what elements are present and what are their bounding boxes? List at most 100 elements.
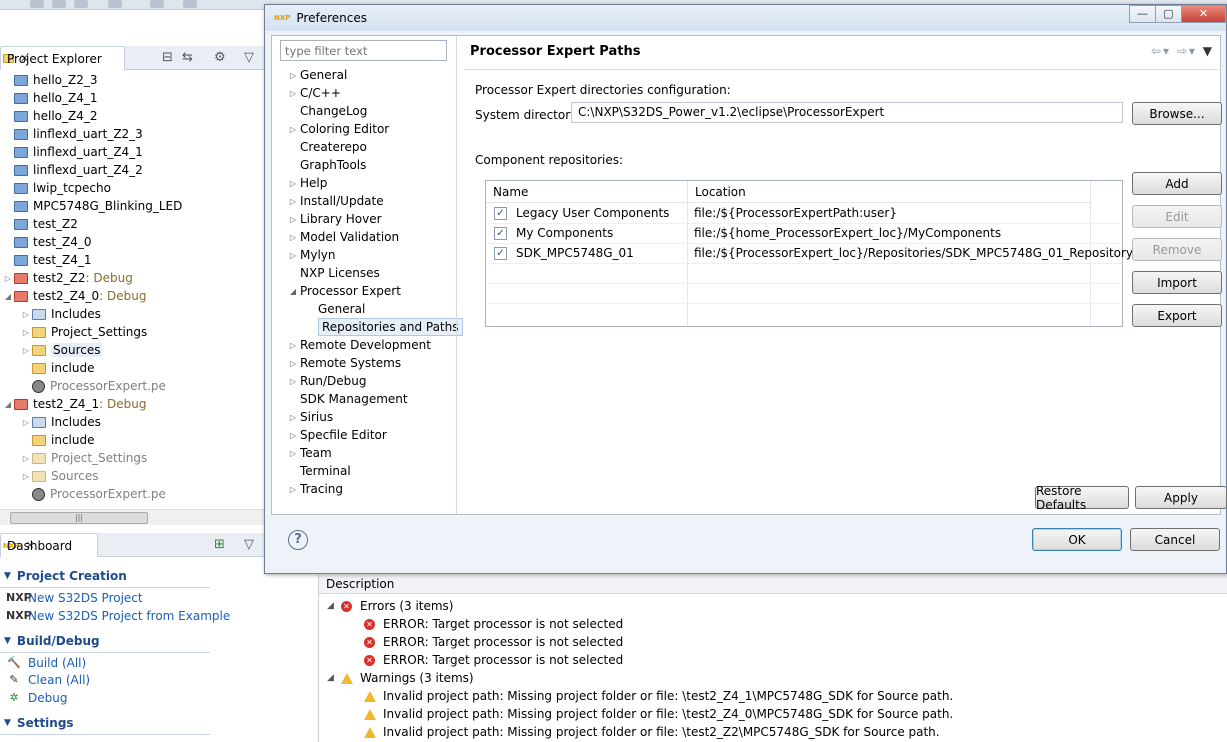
column-header-name[interactable]: Name [486,181,688,203]
nav-item[interactable]: ▷ Coloring Editor [286,120,389,138]
expand-icon[interactable]: ▷ [20,310,32,319]
expand-icon[interactable]: ▷ [20,418,32,427]
view-menu-icon[interactable]: ⚙ [214,50,226,65]
nav-item[interactable]: NXP Licenses [286,264,380,282]
restore-defaults-button[interactable]: Restore Defaults [1035,484,1129,512]
tree-item[interactable]: ▷ Project_Settings [20,323,147,341]
nav-item[interactable]: ▷ Mylyn [286,246,336,264]
system-directory-field[interactable]: C:\NXP\S32DS_Power_v1.2\eclipse\Processo… [571,102,1123,123]
warnings-group[interactable]: ◢ Warnings (3 items) [327,669,474,687]
checkbox-checked-icon[interactable]: ✓ [494,206,507,220]
minimize-icon[interactable]: — [1129,5,1156,23]
debug-link[interactable]: ✲ Debug [6,689,67,706]
tree-item[interactable]: linflexd_uart_Z2_3 [14,125,143,143]
expand-icon[interactable]: ▷ [286,89,300,98]
filter-input[interactable] [280,40,447,61]
tree-item-project[interactable]: ◢ test2_Z4_0: Debug [2,287,147,305]
chevron-down-icon[interactable]: ▾ [1189,44,1197,58]
tree-item[interactable]: ▷ Sources [20,341,103,359]
nav-item[interactable]: General [318,300,365,318]
tree-item-project[interactable]: ▷ test2_Z2: Debug [2,269,133,287]
edit-button[interactable]: Edit [1132,205,1222,228]
checkbox-checked-icon[interactable]: ✓ [494,246,507,260]
maximize-icon[interactable]: ▢ [1155,5,1182,23]
table-row[interactable]: ✓ SDK_MPC5748G_01 [494,243,634,263]
expand-icon[interactable]: ▷ [286,233,300,242]
new-project-from-example-link[interactable]: NXP New S32DS Project from Example [6,607,230,624]
collapse-all-icon[interactable]: ⊟ [162,50,173,65]
back-arrow-icon[interactable]: ⇦ [1151,44,1163,58]
tree-item[interactable]: ▷ Sources [20,467,99,485]
errors-group[interactable]: ◢ ✕ Errors (3 items) [327,597,454,615]
nav-item[interactable]: ▷ Library Hover [286,210,382,228]
column-header-location[interactable]: Location [688,181,1090,203]
nav-item[interactable]: Createrepo [286,138,367,156]
collapse-icon[interactable]: ◢ [286,287,300,296]
tree-item[interactable]: ▷ Project_Settings [20,449,147,467]
new-project-icon[interactable]: ⊞ [214,537,225,552]
expand-icon[interactable]: ▷ [20,454,32,463]
description-column-header[interactable]: Description [319,575,1227,594]
expand-icon[interactable]: ▷ [286,197,300,206]
expand-icon[interactable]: ▷ [20,472,32,481]
problem-row[interactable]: ✕ ERROR: Target processor is not selected [364,651,623,669]
expand-icon[interactable]: ▷ [20,328,32,337]
expand-icon[interactable]: ▷ [286,341,300,350]
tree-item[interactable]: hello_Z4_2 [14,107,98,125]
tree-item[interactable]: ▷ Includes [20,413,101,431]
toolbar-button[interactable] [183,0,197,8]
forward-arrow-icon[interactable]: ⇨ [1177,44,1189,58]
nav-item[interactable]: ▷ C/C++ [286,84,341,102]
dashboard-tab[interactable]: NXP Dashboard ✕ [0,533,98,557]
nav-item[interactable]: ▷ Remote Systems [286,354,401,372]
expand-icon[interactable]: ▷ [286,179,300,188]
build-all-link[interactable]: 🔨 Build (All) [6,654,86,671]
remove-button[interactable]: Remove [1132,238,1222,261]
nav-item[interactable]: ▷ Sirius [286,408,333,426]
tree-item[interactable]: linflexd_uart_Z4_2 [14,161,143,179]
clean-all-link[interactable]: ✎ Clean (All) [6,671,90,688]
expand-icon[interactable]: ▷ [286,71,300,80]
expand-icon[interactable]: ▷ [286,125,300,134]
expand-icon[interactable]: ▷ [2,274,14,283]
tree-item-project[interactable]: ◢ test2_Z4_1: Debug [2,395,147,413]
tree-item[interactable]: ProcessorExpert.pe [32,485,166,503]
nav-item[interactable]: ▷ Tracing [286,480,343,498]
nav-item[interactable]: ▷ Run/Debug [286,372,367,390]
chevron-down-icon[interactable]: ▾ [1163,44,1171,58]
table-row[interactable]: ✓ My Components [494,223,613,243]
project-explorer-tab[interactable]: Project Explorer ✕ [0,46,125,70]
nav-item[interactable]: ▷ Model Validation [286,228,399,246]
new-s32ds-project-link[interactable]: NXP New S32DS Project [6,589,143,606]
expand-icon[interactable]: ▷ [20,346,32,355]
problem-row[interactable]: Invalid project path: Missing project fo… [364,705,953,723]
expand-icon[interactable]: ▷ [286,377,300,386]
problem-row[interactable]: Invalid project path: Missing project fo… [364,687,953,705]
toolbar-button[interactable] [74,0,88,8]
collapse-icon[interactable]: ◢ [327,601,341,611]
dashboard-section-project-creation[interactable]: ▼ Project Creation [4,567,127,585]
expand-icon[interactable]: ▷ [286,431,300,440]
horizontal-scrollbar[interactable]: ||| [0,509,265,525]
tree-item[interactable]: linflexd_uart_Z4_1 [14,143,143,161]
nav-item[interactable]: ▷ Install/Update [286,192,384,210]
browse-button[interactable]: Browse... [1132,102,1222,125]
expand-icon[interactable]: ▷ [286,251,300,260]
chevron-down-icon[interactable]: ▽ [244,537,254,552]
dashboard-section-build-debug[interactable]: ▼ Build/Debug [4,632,100,650]
expand-icon[interactable]: ▷ [286,449,300,458]
nav-item[interactable]: ChangeLog [286,102,367,120]
expand-icon[interactable]: ▷ [286,359,300,368]
tree-item[interactable]: test_Z2 [14,215,78,233]
dashboard-section-settings[interactable]: ▼ Settings [4,714,74,732]
import-button[interactable]: Import [1132,271,1222,294]
scrollbar-thumb[interactable]: ||| [10,512,148,524]
nav-item[interactable]: ▷ Team [286,444,332,462]
problem-row[interactable]: Invalid project path: Missing project fo… [364,723,940,741]
expand-icon[interactable]: ▷ [286,485,300,494]
pane-splitter[interactable] [456,36,457,514]
tree-item[interactable]: MPC5748G_Blinking_LED [14,197,182,215]
collapse-icon[interactable]: ◢ [327,673,341,683]
tree-item[interactable]: test_Z4_0 [14,233,92,251]
nav-item[interactable]: ▷ Help [286,174,327,192]
